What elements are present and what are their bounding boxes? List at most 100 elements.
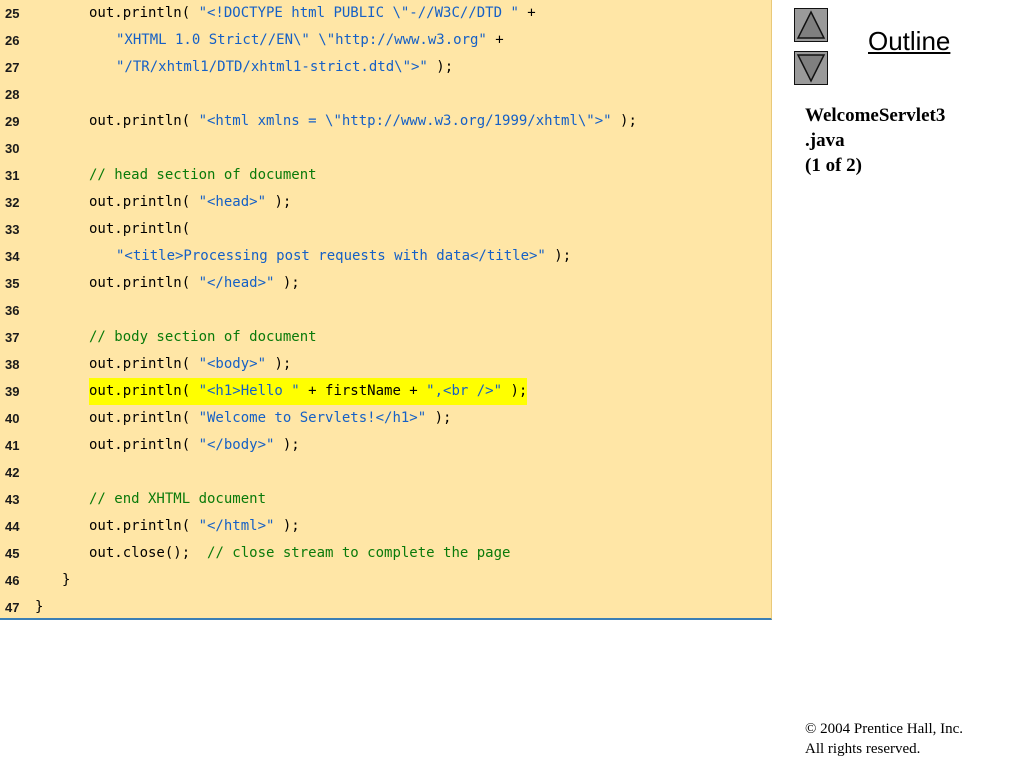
code-token: ); <box>427 59 454 75</box>
code-line: 34 "<title>Processing post requests with … <box>0 243 772 270</box>
code-line: 38 out.println( "<body>" ); <box>0 351 772 378</box>
code-line: 32 out.println( "<head>" ); <box>0 189 772 216</box>
file-extension: .java <box>805 130 845 151</box>
code-text: out.close(); // close stream to complete… <box>89 540 510 567</box>
line-number: 34 <box>5 249 20 264</box>
string-literal: "</body>" <box>198 437 275 453</box>
code-line: 43 // end XHTML document <box>0 486 772 513</box>
file-name: WelcomeServlet3 <box>805 105 946 126</box>
code-line: 39 out.println( "<h1>Hello " + firstName … <box>0 378 772 405</box>
line-number: 43 <box>5 492 20 507</box>
code-token: ); <box>611 113 637 129</box>
line-number: 28 <box>5 87 20 102</box>
line-number: 26 <box>5 33 20 48</box>
code-token: ); <box>274 518 300 534</box>
line-number: 29 <box>5 114 20 129</box>
code-token: ); <box>545 248 572 264</box>
line-number: 35 <box>5 276 20 291</box>
code-line: 45 out.close(); // close stream to comple… <box>0 540 772 567</box>
previous-slide-button[interactable] <box>794 8 828 42</box>
code-comment: // body section of document <box>89 329 317 345</box>
string-literal: ",<br />" <box>426 383 503 399</box>
code-comment: // close stream to complete the page <box>207 545 511 561</box>
code-line: 28 <box>0 81 772 108</box>
code-token: out.println( <box>89 356 199 372</box>
code-text: out.println( "Welcome to Servlets!</h1>"… <box>89 405 451 432</box>
code-text: out.println( "<html xmlns = \"http://www… <box>89 108 637 135</box>
code-text: // body section of document <box>89 324 317 351</box>
code-text: out.println( "<!DOCTYPE html PUBLIC \"-/… <box>89 0 536 27</box>
code-text: out.println( "<body>" ); <box>89 351 291 378</box>
triangle-up-icon <box>796 10 826 39</box>
line-number: 45 <box>5 546 20 561</box>
code-text: out.println( "</body>" ); <box>89 432 300 459</box>
code-token: ); <box>426 410 452 426</box>
line-number: 40 <box>5 411 20 426</box>
string-literal: "<!DOCTYPE html PUBLIC \"-//W3C//DTD " <box>198 5 519 21</box>
code-line: 26 "XHTML 1.0 Strict//EN\" \"http://www.w… <box>0 27 772 54</box>
string-literal: "</html>" <box>198 518 275 534</box>
code-token: + <box>486 32 504 48</box>
page-indicator: (1 of 2) <box>805 155 862 176</box>
code-token: ); <box>266 356 292 372</box>
code-token: } <box>35 599 44 615</box>
line-number: 41 <box>5 438 20 453</box>
code-token: out.println( <box>89 221 191 237</box>
line-number: 42 <box>5 465 20 480</box>
string-literal: "Welcome to Servlets!</h1>" <box>198 410 427 426</box>
code-token: ); <box>274 275 300 291</box>
code-line: 36 <box>0 297 772 324</box>
line-number: 39 <box>5 384 20 399</box>
code-token: } <box>62 572 71 588</box>
line-number: 33 <box>5 222 20 237</box>
code-token: out.println( <box>89 275 199 291</box>
line-number: 37 <box>5 330 20 345</box>
code-token: out.println( <box>89 383 199 399</box>
line-number: 47 <box>5 600 20 615</box>
code-token: out.println( <box>89 518 199 534</box>
code-line: 30 <box>0 135 772 162</box>
code-token: out.println( <box>89 194 199 210</box>
code-line: 25 out.println( "<!DOCTYPE html PUBLIC \"… <box>0 0 772 27</box>
rights-line: All rights reserved. <box>805 741 921 757</box>
code-text: out.println( <box>89 216 190 243</box>
line-number: 46 <box>5 573 20 588</box>
string-literal: "</head>" <box>198 275 275 291</box>
code-text: // end XHTML document <box>89 486 266 513</box>
copyright-line: © 2004 Prentice Hall, Inc. <box>805 721 964 737</box>
code-line: 31 // head section of document <box>0 162 772 189</box>
code-text: out.println( "<head>" ); <box>89 189 291 216</box>
string-literal: "<head>" <box>198 194 267 210</box>
code-token: out.println( <box>89 410 199 426</box>
code-line: 41 out.println( "</body>" ); <box>0 432 772 459</box>
code-line: 42 <box>0 459 772 486</box>
code-token: + <box>518 5 536 21</box>
copyright-notice: © 2004 Prentice Hall, Inc. All rights re… <box>805 719 963 759</box>
code-line: 46} <box>0 567 772 594</box>
code-line: 44 out.println( "</html>" ); <box>0 513 772 540</box>
code-text: } <box>35 594 43 621</box>
code-listing-panel: 25 out.println( "<!DOCTYPE html PUBLIC \"… <box>0 0 772 620</box>
triangle-down-icon <box>796 54 826 83</box>
code-line: 33 out.println( <box>0 216 772 243</box>
code-token: out.close(); <box>89 545 208 561</box>
string-literal: "<body>" <box>198 356 267 372</box>
code-line: 35 out.println( "</head>" ); <box>0 270 772 297</box>
code-line: 47} <box>0 594 772 621</box>
line-number: 38 <box>5 357 20 372</box>
string-literal: "XHTML 1.0 Strict//EN\" \"http://www.w3.… <box>116 32 487 48</box>
line-number: 31 <box>5 168 20 183</box>
string-literal: "<html xmlns = \"http://www.w3.org/1999/… <box>198 113 612 129</box>
file-info: WelcomeServlet3 .java (1 of 2) <box>805 103 945 178</box>
line-number: 32 <box>5 195 20 210</box>
outline-link[interactable]: Outline <box>868 26 950 57</box>
code-token: out.println( <box>89 5 199 21</box>
code-token: + firstName + <box>299 383 427 399</box>
code-line: 27 "/TR/xhtml1/DTD/xhtml1-strict.dtd\">" … <box>0 54 772 81</box>
code-text: out.println( "</html>" ); <box>89 513 300 540</box>
code-text: out.println( "</head>" ); <box>89 270 300 297</box>
next-slide-button[interactable] <box>794 51 828 85</box>
code-comment: // end XHTML document <box>89 491 267 507</box>
code-token: ); <box>274 437 300 453</box>
line-number: 44 <box>5 519 20 534</box>
